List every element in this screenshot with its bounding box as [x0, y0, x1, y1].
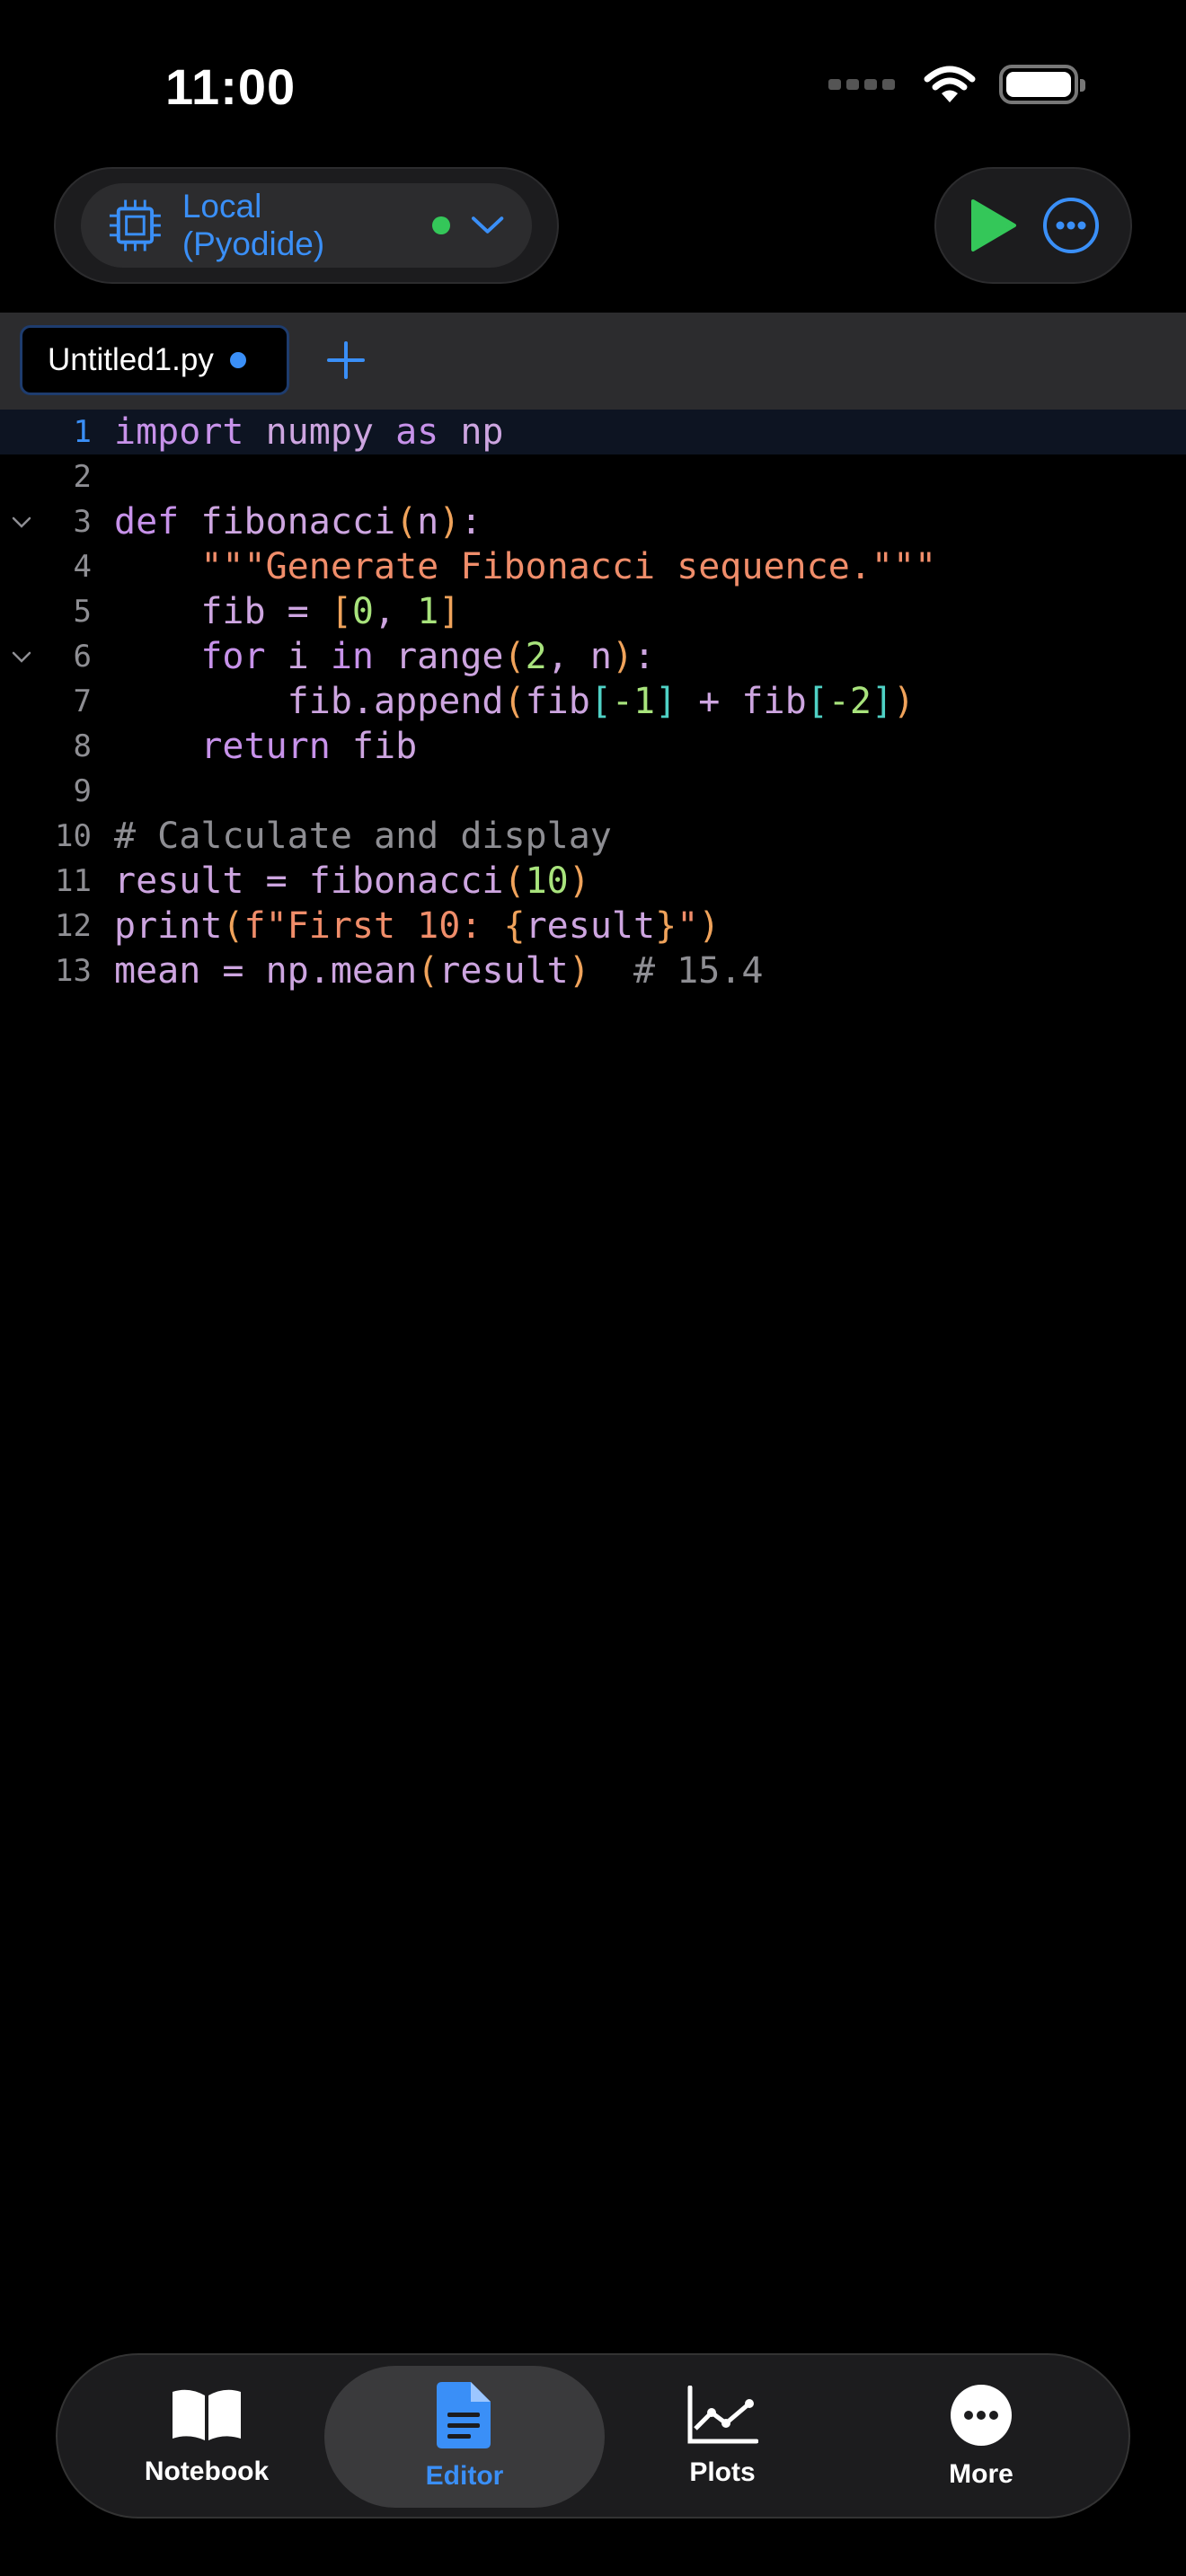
- code-text: # Calculate and display: [114, 816, 612, 857]
- code-text: """Generate Fibonacci sequence.""": [200, 546, 937, 587]
- fold-chevron-icon[interactable]: [9, 509, 34, 534]
- code-line[interactable]: 4 """Generate Fibonacci sequence.""": [0, 544, 1186, 589]
- code-line[interactable]: 2: [0, 454, 1186, 499]
- fold-chevron-icon[interactable]: [9, 644, 34, 669]
- kernel-selector-container: Local (Pyodide): [54, 167, 559, 284]
- line-number: 6: [73, 639, 92, 675]
- code-line[interactable]: 9: [0, 769, 1186, 814]
- code-text: return fib: [200, 726, 418, 767]
- code-text: import numpy as np: [114, 411, 504, 453]
- nav-notebook[interactable]: Notebook: [66, 2366, 347, 2508]
- line-number: 7: [73, 684, 92, 719]
- code-line[interactable]: 12 print(f"First 10: {result}"): [0, 904, 1186, 948]
- nav-label: Notebook: [144, 2457, 270, 2486]
- line-number: 1: [73, 414, 92, 450]
- line-number: 12: [55, 908, 92, 944]
- action-controls: [934, 167, 1132, 284]
- chevron-down-icon: [471, 216, 504, 234]
- nav-label: Editor: [425, 2461, 504, 2491]
- kernel-label: Local (Pyodide): [181, 188, 325, 262]
- code-line[interactable]: 3 def fibonacci(n):: [0, 499, 1186, 544]
- cellular-signal-icon: [828, 79, 895, 90]
- line-number: 10: [55, 818, 92, 854]
- more-options-button[interactable]: [1041, 196, 1101, 255]
- chart-icon: [687, 2386, 758, 2444]
- nav-label: Plots: [689, 2457, 756, 2487]
- add-tab-button[interactable]: [323, 338, 368, 383]
- code-line[interactable]: 8 return fib: [0, 724, 1186, 769]
- code-text: result = fibonacci(10): [114, 860, 590, 902]
- code-line[interactable]: 11 result = fibonacci(10): [0, 859, 1186, 904]
- unsaved-indicator: [229, 352, 246, 368]
- code-text: mean = np.mean(result) # 15.4: [114, 950, 764, 992]
- more-icon: [951, 2385, 1012, 2446]
- cpu-chip-icon: [109, 199, 161, 251]
- code-line[interactable]: 1 import numpy as np: [0, 410, 1186, 454]
- code-text: def fibonacci(n):: [114, 501, 482, 543]
- run-button[interactable]: [966, 198, 1018, 253]
- code-text: for i in range(2, n):: [200, 636, 656, 677]
- book-icon: [173, 2389, 241, 2440]
- file-tab-name: Untitled1.py: [48, 342, 214, 377]
- code-text: print(f"First 10: {result}"): [114, 905, 721, 947]
- file-tab-bar: Untitled1.py: [0, 313, 1186, 410]
- code-line[interactable]: 5 fib = [0, 1]: [0, 589, 1186, 634]
- code-editor[interactable]: 1 import numpy as np 2 3 def fibonacci(n): 4 …: [0, 410, 1186, 993]
- status-icons: [828, 65, 1085, 104]
- line-number: 11: [55, 863, 92, 899]
- line-number: 8: [73, 728, 92, 764]
- kernel-selector[interactable]: Local (Pyodide): [81, 183, 532, 268]
- code-line[interactable]: 13 mean = np.mean(result) # 15.4: [0, 948, 1186, 993]
- line-number: 13: [55, 953, 92, 989]
- battery-icon: [999, 65, 1085, 104]
- kernel-status-dot: [432, 216, 450, 234]
- code-line[interactable]: 10 # Calculate and display: [0, 814, 1186, 859]
- nav-plots[interactable]: Plots: [582, 2366, 863, 2508]
- line-number: 3: [73, 504, 92, 540]
- document-icon: [437, 2382, 491, 2448]
- nav-more[interactable]: More: [841, 2366, 1121, 2508]
- line-number: 2: [73, 459, 92, 495]
- line-number: 4: [73, 549, 92, 585]
- nav-editor[interactable]: Editor: [324, 2366, 605, 2508]
- code-text: fib = [0, 1]: [114, 591, 461, 632]
- code-text: fib.append(fib[-1] + fib[-2]): [114, 681, 916, 722]
- code-line[interactable]: 7 fib.append(fib[-1] + fib[-2]): [0, 679, 1186, 724]
- wifi-icon: [924, 66, 976, 102]
- bottom-navigation: Notebook Editor Plots More: [56, 2353, 1130, 2519]
- status-time: 11:00: [165, 58, 296, 115]
- file-tab[interactable]: Untitled1.py: [20, 325, 289, 395]
- line-number: 9: [73, 773, 92, 809]
- nav-label: More: [949, 2459, 1013, 2489]
- line-number: 5: [73, 594, 92, 630]
- code-line[interactable]: 6 for i in range(2, n):: [0, 634, 1186, 679]
